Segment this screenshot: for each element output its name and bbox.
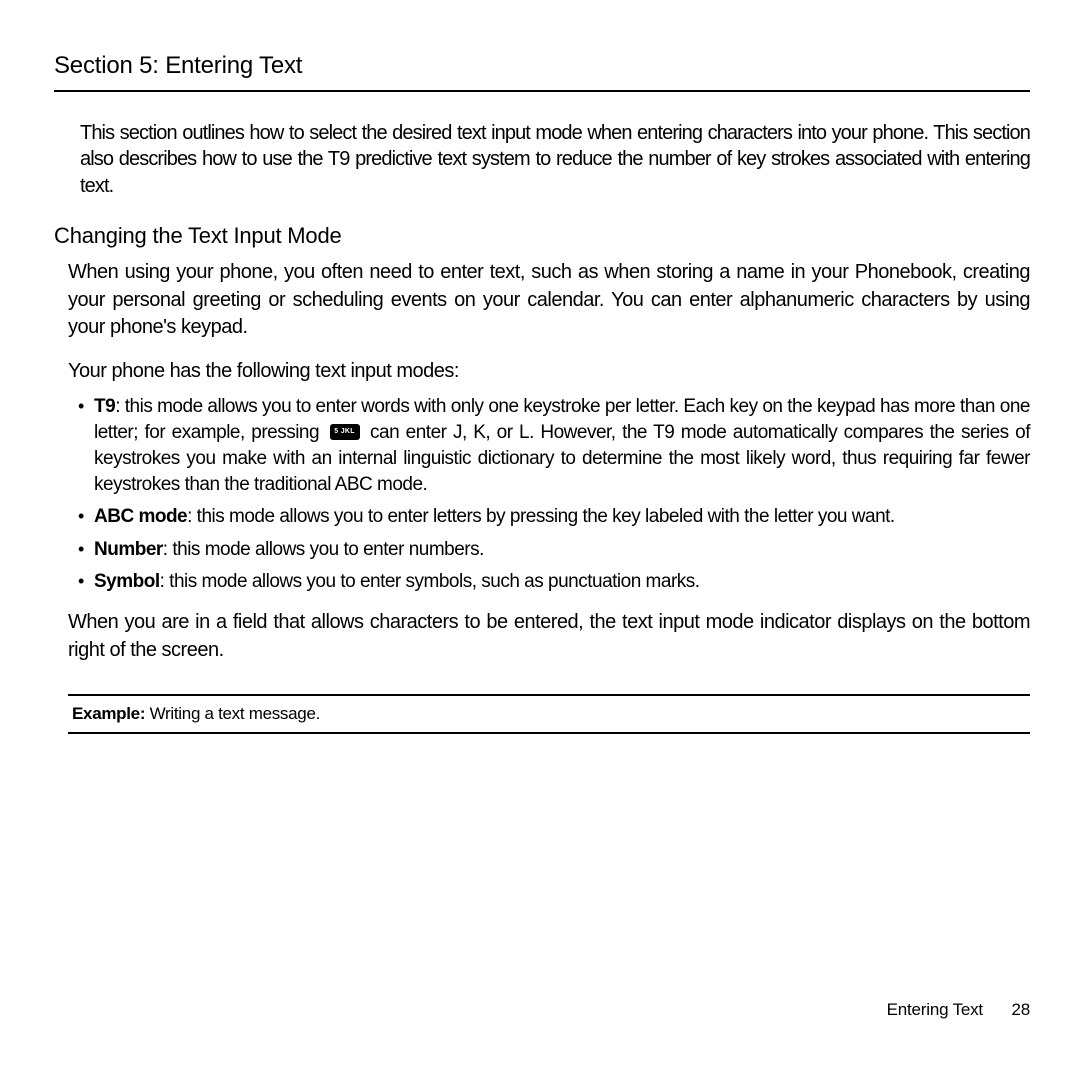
- list-item: T9: this mode allows you to enter words …: [74, 394, 1030, 499]
- mode-name-abc: ABC mode: [94, 506, 187, 527]
- page-footer: Entering Text 28: [887, 1000, 1030, 1020]
- mode-name-symbol: Symbol: [94, 571, 160, 592]
- list-item: ABC mode: this mode allows you to enter …: [74, 504, 1030, 530]
- para-intro-2: Your phone has the following text input …: [68, 358, 1030, 386]
- list-item: Symbol: this mode allows you to enter sy…: [74, 569, 1030, 595]
- mode-name-t9: T9: [94, 396, 115, 417]
- mode-name-number: Number: [94, 539, 163, 560]
- example-box: Example: Writing a text message.: [68, 694, 1030, 734]
- list-item: Number: this mode allows you to enter nu…: [74, 537, 1030, 563]
- lead-paragraph: This section outlines how to select the …: [80, 120, 1030, 199]
- mode-desc-abc: : this mode allows you to enter letters …: [187, 506, 895, 527]
- page-number: 28: [1011, 1000, 1030, 1019]
- key-5jkl-icon: [330, 424, 360, 440]
- para-indicator: When you are in a field that allows char…: [68, 609, 1030, 664]
- subhead-changing-mode: Changing the Text Input Mode: [54, 223, 1030, 249]
- footer-title: Entering Text: [887, 1000, 983, 1019]
- input-modes-list: T9: this mode allows you to enter words …: [74, 394, 1030, 596]
- section-title: Section 5: Entering Text: [54, 52, 1030, 80]
- example-text: Writing a text message.: [145, 704, 320, 723]
- para-intro-1: When using your phone, you often need to…: [68, 259, 1030, 342]
- mode-desc-number: : this mode allows you to enter numbers.: [163, 539, 484, 560]
- example-label: Example:: [72, 704, 145, 723]
- mode-desc-symbol: : this mode allows you to enter symbols,…: [160, 571, 700, 592]
- title-rule: [54, 90, 1030, 92]
